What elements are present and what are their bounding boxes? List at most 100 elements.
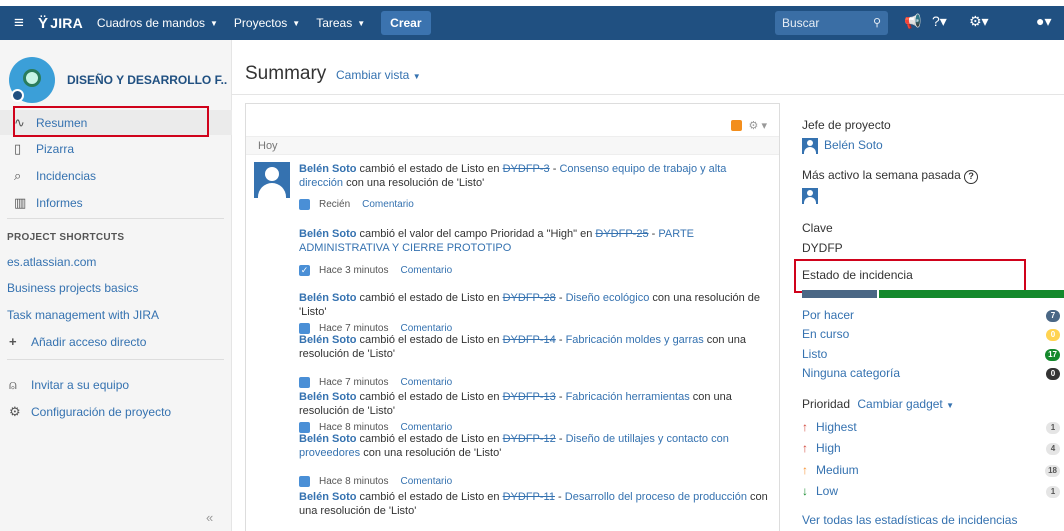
help-icon[interactable]: ?▾ <box>932 13 947 30</box>
entry-text: cambió el estado de Listo en <box>356 334 503 346</box>
priority-name-link[interactable]: Highest <box>816 420 857 434</box>
status-name-link[interactable]: Por hacer <box>802 308 854 322</box>
issue-key-link[interactable]: DYDFP-3 <box>503 163 550 175</box>
priority-name-link[interactable]: High <box>816 441 841 455</box>
priority-name-link[interactable]: Medium <box>816 463 859 477</box>
issue-key-link[interactable]: DYDFP-13 <box>503 391 556 403</box>
project-lead[interactable]: Belén Soto <box>802 138 883 155</box>
project-name[interactable]: DISEÑO Y DESARROLLO F.. <box>67 73 227 87</box>
user-link[interactable]: Belén Soto <box>299 163 356 175</box>
settings-gear-icon[interactable]: ⚙▾ <box>969 13 989 30</box>
issue-summary-link[interactable]: Fabricación herramientas <box>566 391 690 403</box>
collapse-sidebar-icon[interactable]: « <box>206 510 213 525</box>
annotation-highlight-summary <box>13 106 209 137</box>
invite-team-button[interactable]: ⍝ Invitar a su equipo <box>9 377 129 393</box>
gear-icon: ⚙ <box>9 404 21 419</box>
issue-key-link[interactable]: DYDFP-14 <box>503 334 556 346</box>
priority-name-link[interactable]: Low <box>816 484 838 498</box>
issue-key-link[interactable]: DYDFP-28 <box>503 292 556 304</box>
page-title: Summary <box>245 63 327 84</box>
status-row[interactable]: En curso 0 <box>802 327 1064 341</box>
shortcut-atlassian[interactable]: es.atlassian.com <box>7 255 96 269</box>
status-progress-bar[interactable] <box>802 290 1064 298</box>
priority-row[interactable]: ↑ Medium 18 <box>802 463 1064 477</box>
comment-link[interactable]: Comentario <box>400 265 452 276</box>
status-row[interactable]: Listo 17 <box>802 347 1064 361</box>
shortcut-task-management[interactable]: Task management with JIRA <box>7 308 159 322</box>
user-link[interactable]: Belén Soto <box>299 391 356 403</box>
nav-dashboards[interactable]: Cuadros de mandos ▼ <box>97 16 218 30</box>
all-stats-link[interactable]: Ver todas las estadísticas de incidencia… <box>802 513 1017 527</box>
user-avatar[interactable] <box>254 162 290 198</box>
rss-feed-icon[interactable] <box>730 120 742 131</box>
nav-projects[interactable]: Proyectos ▼ <box>234 16 300 30</box>
sidebar-item-reports[interactable]: ▥ Informes <box>14 195 83 211</box>
issue-key-link[interactable]: DYDFP-12 <box>503 433 556 445</box>
entry-meta: Hace 8 minutos Comentario <box>299 476 452 487</box>
entry-timestamp: Hace 3 minutos <box>319 265 389 276</box>
lead-avatar-icon <box>802 138 818 155</box>
status-count-badge: 7 <box>1046 310 1060 322</box>
project-key: DYDFP <box>802 241 843 255</box>
comment-link[interactable]: Comentario <box>400 377 452 388</box>
issue-summary-link[interactable]: Fabricación moldes y garras <box>566 334 704 346</box>
issue-key-link[interactable]: DYDFP-11 <box>503 491 555 503</box>
add-shortcut-button[interactable]: + Añadir acceso directo <box>9 334 146 349</box>
user-avatar-icon <box>802 188 818 205</box>
priority-row[interactable]: ↓ Low 1 <box>802 484 1064 498</box>
user-link[interactable]: Belén Soto <box>299 334 356 346</box>
activity-entry: Belén Soto cambió el estado de Listo en … <box>299 291 769 319</box>
status-name-link[interactable]: Listo <box>802 347 827 361</box>
issue-key-link[interactable]: DYDFP-25 <box>595 228 648 240</box>
create-button[interactable]: Crear <box>381 11 431 35</box>
user-link[interactable]: Belén Soto <box>299 228 356 240</box>
priority-label: Prioridad <box>802 397 851 411</box>
priority-count-badge: 18 <box>1045 465 1060 477</box>
user-link[interactable]: Belén Soto <box>299 491 356 503</box>
project-avatar[interactable] <box>9 57 55 103</box>
issue-summary-link[interactable]: Desarrollo del proceso de producción <box>565 491 747 503</box>
subtask-check-icon: ✓ <box>299 265 310 276</box>
user-link[interactable]: Belén Soto <box>299 292 356 304</box>
comment-link[interactable]: Comentario <box>362 199 414 210</box>
status-row[interactable]: Ninguna categoría 0 <box>802 366 1064 380</box>
activity-entry: Belén Soto cambió el estado de Listo en … <box>299 162 769 190</box>
app-switcher-icon[interactable]: ≡ <box>0 6 38 40</box>
task-type-icon <box>299 476 310 487</box>
user-link[interactable]: Belén Soto <box>299 433 356 445</box>
change-gadget-link[interactable]: Cambiar gadget <box>857 397 942 411</box>
entry-meta: Recién Comentario <box>299 199 414 210</box>
sidebar-item-board[interactable]: ▯ Pizarra <box>14 141 74 157</box>
change-view-dropdown[interactable]: Cambiar vista ▼ <box>336 68 421 82</box>
search-icon: ⚲ <box>872 17 881 29</box>
day-header: Hoy <box>246 136 779 155</box>
status-count-badge: 17 <box>1045 349 1060 361</box>
comment-link[interactable]: Comentario <box>400 476 452 487</box>
entry-separator: - <box>554 491 565 503</box>
entry-timestamp: Hace 7 minutos <box>319 377 389 388</box>
sidebar-item-label: Pizarra <box>36 142 75 156</box>
priority-row[interactable]: ↑ Highest 1 <box>802 420 1064 434</box>
sidebar-item-issues[interactable]: ⌕ Incidencias <box>14 168 96 184</box>
jira-logo[interactable]: Ÿ JIRA <box>38 15 83 32</box>
status-name-link[interactable]: Ninguna categoría <box>802 366 900 380</box>
user-profile-icon[interactable]: ●▾ <box>1036 13 1051 30</box>
shortcut-business-basics[interactable]: Business projects basics <box>7 281 138 295</box>
status-bar-todo <box>802 290 878 298</box>
change-view-label: Cambiar vista <box>336 68 410 82</box>
most-active-user[interactable] <box>802 188 824 205</box>
search-input[interactable]: Buscar ⚲ <box>775 11 888 35</box>
issue-summary-link[interactable]: Diseño ecológico <box>566 292 650 304</box>
project-settings-button[interactable]: ⚙ Configuración de proyecto <box>9 404 171 420</box>
priority-row[interactable]: ↑ High 4 <box>802 441 1064 455</box>
status-name-link[interactable]: En curso <box>802 327 849 341</box>
status-row[interactable]: Por hacer 7 <box>802 308 1064 322</box>
gear-icon[interactable]: ⚙ ▾ <box>749 119 767 132</box>
question-circle-icon[interactable]: ? <box>964 170 979 184</box>
feedback-icon[interactable]: 📢 <box>904 13 921 30</box>
entry-text: cambió el estado de Listo en <box>356 491 503 503</box>
project-type-icon <box>11 89 24 102</box>
task-type-icon <box>299 199 310 210</box>
nav-issues[interactable]: Tareas ▼ <box>316 16 365 30</box>
lead-label: Jefe de proyecto <box>802 118 891 132</box>
